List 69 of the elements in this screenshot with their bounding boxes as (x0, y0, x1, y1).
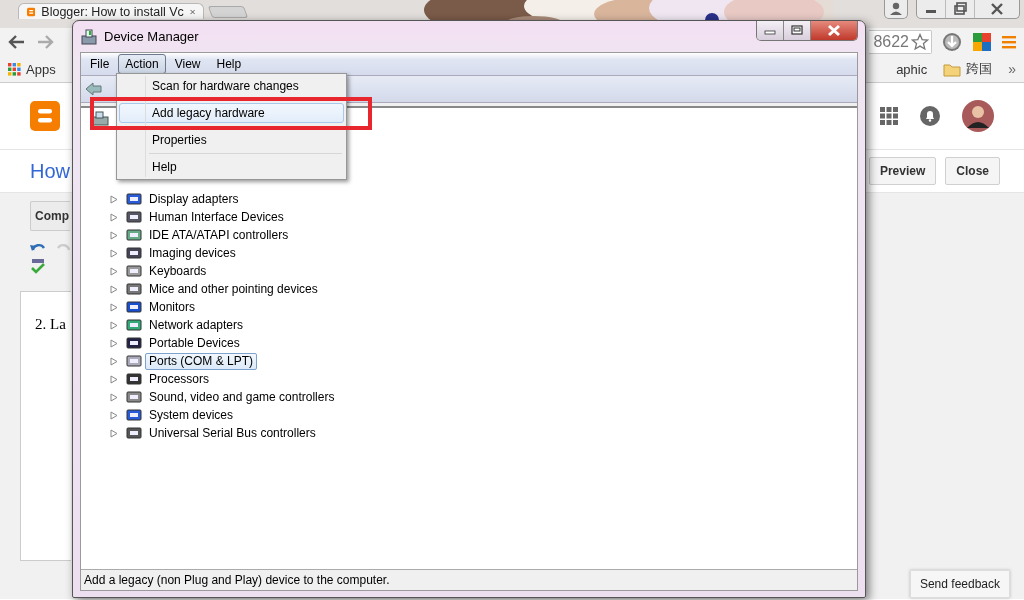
post-title: How (30, 159, 70, 183)
address-field[interactable]: 8622 (869, 30, 932, 54)
device-icon (125, 227, 143, 243)
menu-item[interactable]: Properties (119, 130, 344, 150)
tree-item[interactable]: Sound, video and game controllers (145, 388, 339, 406)
tree-item[interactable]: IDE ATA/ATAPI controllers (145, 226, 293, 244)
device-icon (125, 245, 143, 261)
menu-item[interactable]: Action (118, 54, 166, 74)
tree-item[interactable]: Processors (145, 370, 214, 388)
device-icon (125, 371, 143, 387)
bookmark[interactable]: 跨国 (943, 60, 993, 78)
tree-item[interactable]: Imaging devices (145, 244, 240, 262)
tree-item[interactable]: Human Interface Devices (145, 208, 288, 226)
tree-item[interactable]: Monitors (145, 298, 199, 316)
menu-item[interactable]: View (167, 54, 208, 74)
menu-item[interactable]: Help (209, 54, 249, 74)
tree-item[interactable]: Universal Serial Bus controllers (145, 424, 320, 442)
back-arrow-icon[interactable] (85, 81, 103, 97)
window-title: Device Manager (104, 29, 199, 44)
device-icon (125, 209, 143, 225)
apps-grid-icon[interactable] (880, 107, 898, 125)
bell-icon[interactable] (920, 106, 940, 126)
device-icon (125, 335, 143, 351)
forward-arrow-icon[interactable] (36, 34, 54, 50)
tree-item[interactable]: Display adapters (145, 190, 243, 208)
editor-area[interactable]: 2. La (20, 291, 71, 561)
download-icon[interactable] (942, 32, 962, 52)
maximize-icon[interactable] (784, 21, 811, 40)
browser-tab[interactable]: Blogger: How to install Vc (18, 3, 204, 19)
device-icon (125, 263, 143, 279)
compose-tab[interactable]: Comp (30, 201, 70, 231)
tree-item[interactable]: Portable Devices (145, 334, 244, 352)
editor-text: 2. La (35, 316, 66, 332)
apps-grid-icon (8, 62, 21, 76)
status-bar: Add a legacy (non Plug and Play) device to the computer. (81, 569, 857, 590)
send-feedback-button[interactable]: Send feedback (909, 570, 1010, 598)
folder-icon (943, 61, 962, 77)
device-icon (125, 389, 143, 405)
device-icon (125, 353, 143, 369)
minimize-icon[interactable] (757, 21, 784, 40)
close-button[interactable]: Close (945, 157, 1000, 185)
preview-button[interactable]: Preview (868, 157, 937, 185)
device-icon (125, 281, 143, 297)
tree-item[interactable]: Network adapters (145, 316, 248, 334)
bookmark[interactable]: Apps (8, 61, 56, 77)
menu-item[interactable]: Add legacy hardware (119, 103, 344, 123)
device-icon (125, 425, 143, 441)
device-icon (125, 191, 143, 207)
colorful-square-icon[interactable] (972, 32, 992, 52)
tree-item[interactable]: System devices (145, 406, 238, 424)
close-icon[interactable] (811, 21, 857, 40)
bookmarks-overflow-button[interactable]: » (1008, 61, 1016, 77)
blogger-logo-icon[interactable] (30, 101, 60, 131)
menu-item[interactable]: Help (119, 157, 344, 177)
menu-icon[interactable] (1002, 35, 1016, 49)
tree-item[interactable]: Ports (COM & LPT) (145, 352, 257, 370)
star-icon[interactable] (911, 33, 929, 51)
bookmark[interactable]: aphic (896, 61, 928, 77)
back-arrow-icon[interactable] (8, 34, 26, 50)
avatar[interactable] (962, 100, 994, 132)
tree-item[interactable]: Keyboards (145, 262, 211, 280)
device-icon (125, 407, 143, 423)
spellcheck-icon[interactable] (30, 258, 46, 274)
tree-item[interactable]: Mice and other pointing devices (145, 280, 322, 298)
device-icon (125, 299, 143, 315)
device-icon (125, 317, 143, 333)
new-tab-button[interactable] (207, 6, 249, 18)
menu-item[interactable]: File (83, 54, 117, 74)
device-manager-icon (80, 27, 98, 46)
